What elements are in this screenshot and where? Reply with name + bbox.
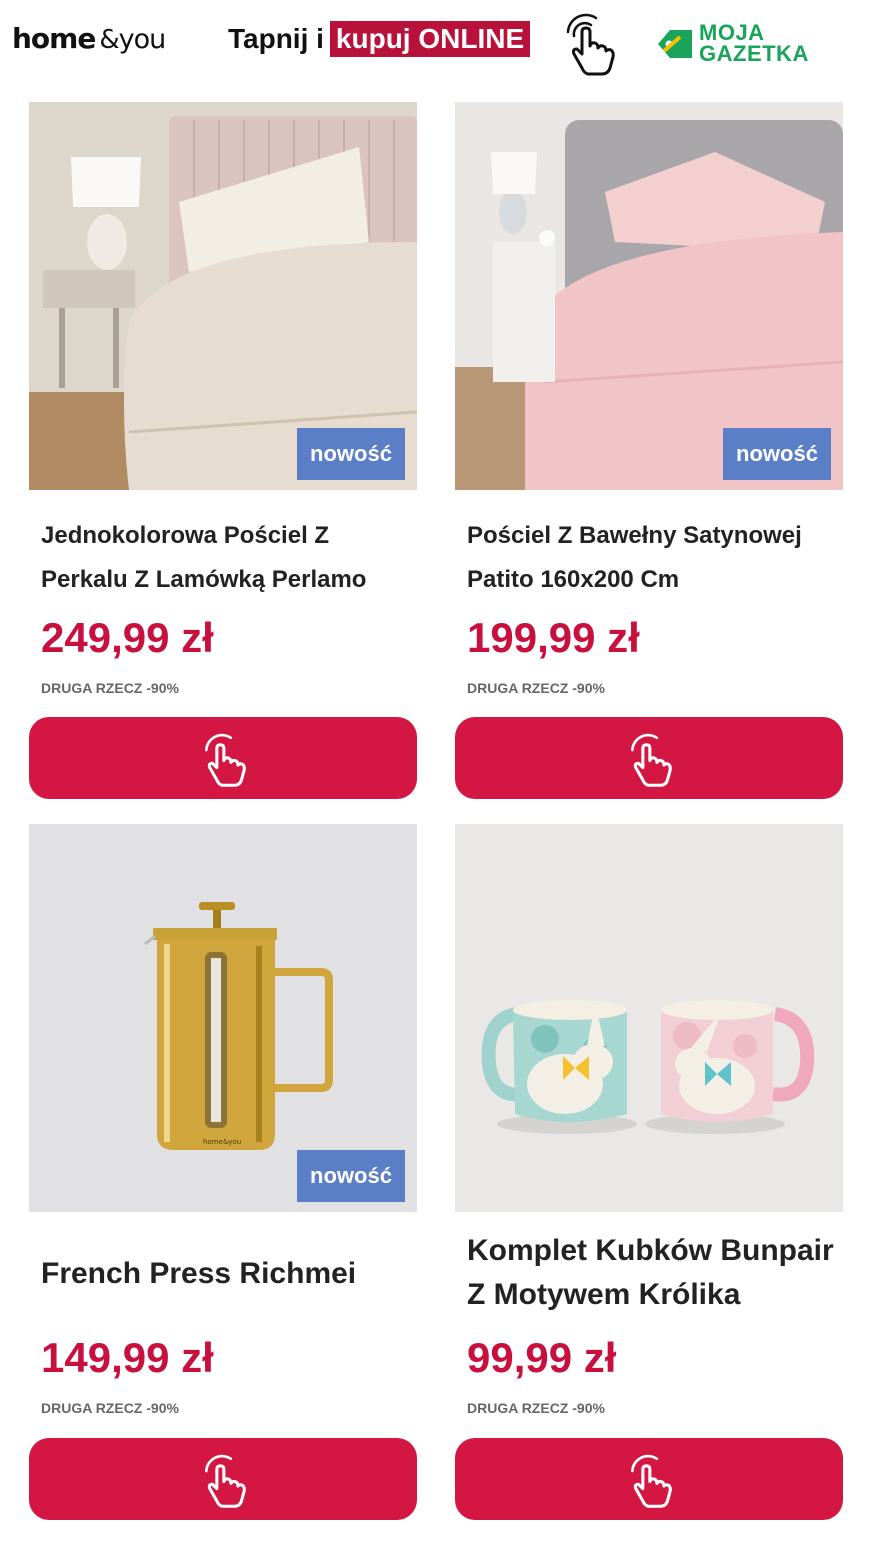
product-image[interactable]: [455, 824, 843, 1212]
buy-online-highlight: kupuj ONLINE: [329, 21, 531, 57]
product-card: nowość Jednokolorowa Pościel Z Perkalu Z…: [29, 102, 417, 802]
tap-to-buy-banner: Tapnij i kupuj ONLINE: [228, 20, 531, 58]
product-price: 149,99 zł: [41, 1334, 214, 1381]
product-title[interactable]: Pościel Z Bawełny Satynowej Patito 160x2…: [467, 514, 837, 602]
product-title[interactable]: French Press Richmei: [41, 1252, 411, 1296]
promo-label: DRUGA RZECZ -90%: [41, 680, 179, 696]
tap-hand-icon: [630, 733, 672, 787]
tap-hand-icon: [566, 13, 615, 76]
product-title-line: French Press Richmei: [41, 1257, 357, 1290]
buy-button[interactable]: [455, 1438, 843, 1520]
product-image[interactable]: nowość: [29, 102, 417, 490]
tap-text: Tapnij i: [228, 23, 324, 54]
new-badge: nowość: [297, 1150, 405, 1202]
header: home & you Tapnij i kupuj ONLINE MOJA GA…: [0, 0, 872, 90]
promo-label: DRUGA RZECZ -90%: [467, 680, 605, 696]
promo-label: DRUGA RZECZ -90%: [41, 1400, 179, 1416]
buy-button[interactable]: [29, 1438, 417, 1520]
product-title-line: Patito 160x200 Cm: [467, 566, 680, 593]
buy-button[interactable]: [29, 717, 417, 799]
logo-you-text: you: [118, 24, 167, 55]
product-card: Komplet Kubków Bunpair Z Motywem Królika…: [455, 824, 843, 1524]
tap-hand-icon: [630, 1454, 672, 1508]
product-title-line: Komplet Kubków Bunpair: [467, 1234, 834, 1267]
product-title-line: Jednokolorowa Pościel Z: [41, 522, 330, 549]
price-tag-icon: [658, 30, 692, 58]
product-image[interactable]: nowość: [455, 102, 843, 490]
moja-gazetka-logo[interactable]: MOJA GAZETKA: [656, 22, 836, 68]
new-badge: nowość: [723, 428, 831, 480]
tap-hand-icon: [204, 733, 246, 787]
product-title[interactable]: Komplet Kubków Bunpair Z Motywem Królika: [467, 1229, 837, 1317]
moja-gazetka-text: MOJA GAZETKA: [699, 20, 809, 66]
logo-home-text: home: [12, 22, 96, 55]
product-image[interactable]: home&you nowość: [29, 824, 417, 1212]
buy-button[interactable]: [455, 717, 843, 799]
product-title[interactable]: Jednokolorowa Pościel Z Perkalu Z Lamówk…: [41, 514, 411, 602]
product-title-line: Z Motywem Królika: [467, 1278, 741, 1311]
new-badge: nowość: [297, 428, 405, 480]
tap-hand-icon: [204, 1454, 246, 1508]
product-price: 199,99 zł: [467, 614, 640, 661]
partner-line1: MOJA: [699, 20, 765, 45]
product-price: 99,99 zł: [467, 1334, 617, 1381]
product-title-line: Perkalu Z Lamówką Perlamo: [41, 566, 367, 593]
logo-amp-text: &: [99, 25, 119, 55]
product-card: home&you nowość French Press Richmei 149…: [29, 824, 417, 1524]
home-and-you-logo[interactable]: home & you: [12, 22, 167, 62]
product-title-line: Pościel Z Bawełny Satynowej: [467, 522, 802, 549]
product-card: nowość Pościel Z Bawełny Satynowej Patit…: [455, 102, 843, 802]
product-price: 249,99 zł: [41, 614, 214, 661]
bunny-mugs-photo: [455, 824, 843, 1212]
promo-label: DRUGA RZECZ -90%: [467, 1400, 605, 1416]
product-brand-print: home&you: [203, 1138, 241, 1146]
partner-line2: GAZETKA: [699, 41, 809, 66]
